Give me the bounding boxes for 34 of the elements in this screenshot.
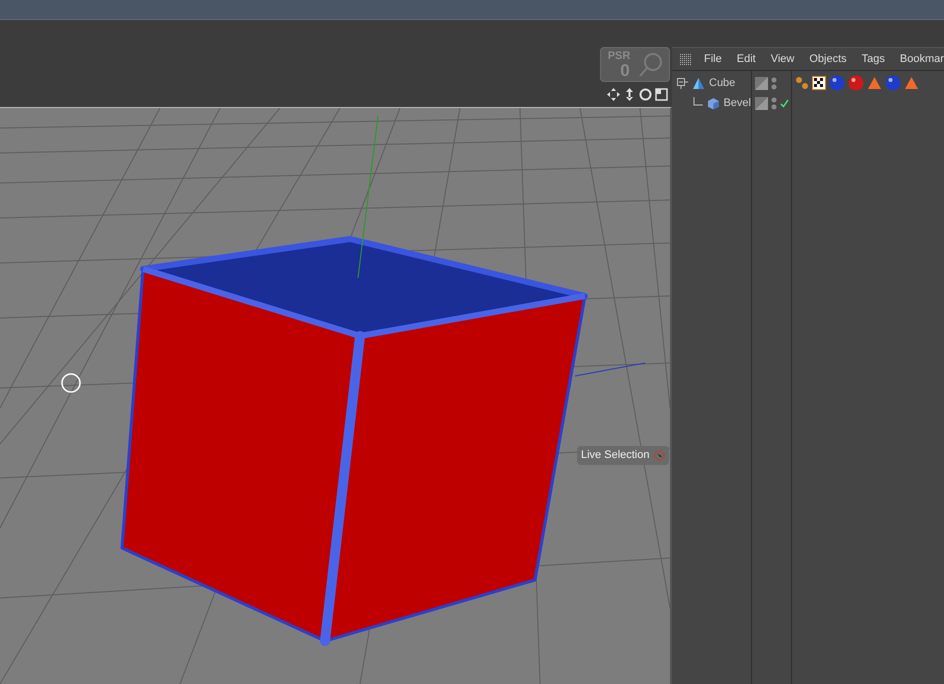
checker-tag-icon[interactable] <box>812 76 826 90</box>
tool-name: Live Selection <box>581 448 650 463</box>
checkmark-icon[interactable] <box>780 98 789 108</box>
visibility-dots-icon[interactable] <box>771 76 777 90</box>
menu-item[interactable]: Bookmar <box>900 50 944 68</box>
sphere-tag-icon[interactable] <box>829 75 845 91</box>
object-name[interactable]: Bevel <box>723 94 751 112</box>
visibility-dots-icon[interactable] <box>771 96 777 110</box>
magnifier-icon <box>637 52 663 78</box>
dots-tag-icon[interactable] <box>795 76 809 90</box>
menu-item[interactable]: File <box>704 50 722 68</box>
layer-icon[interactable] <box>755 76 768 90</box>
vertical-arrows-icon[interactable] <box>623 88 636 101</box>
layer-icon[interactable] <box>755 96 768 110</box>
menu-item[interactable]: View <box>770 50 794 68</box>
box-object-icon <box>706 96 720 110</box>
rotate-icon[interactable] <box>639 88 652 101</box>
cursor-icon <box>654 450 664 461</box>
sphere-tag-icon[interactable] <box>885 75 901 91</box>
cursor-circle <box>61 373 81 393</box>
viewport[interactable]: Live Selection <box>0 107 672 684</box>
move-icon[interactable] <box>607 88 620 101</box>
cone-object-icon <box>692 76 705 90</box>
menu-item[interactable]: Edit <box>736 50 756 68</box>
sphere-tag-icon[interactable] <box>848 75 864 91</box>
triangle-tag-icon[interactable] <box>867 76 882 90</box>
collapse-icon[interactable] <box>677 78 688 88</box>
x-axis-line <box>574 362 646 376</box>
window-icon[interactable] <box>655 88 668 101</box>
grip-icon[interactable] <box>680 54 691 64</box>
object-name[interactable]: Cube <box>709 74 736 92</box>
menu-item[interactable]: Objects <box>809 50 847 68</box>
triangle-tag-icon[interactable] <box>904 76 919 90</box>
menu-item[interactable]: Tags <box>862 50 885 68</box>
